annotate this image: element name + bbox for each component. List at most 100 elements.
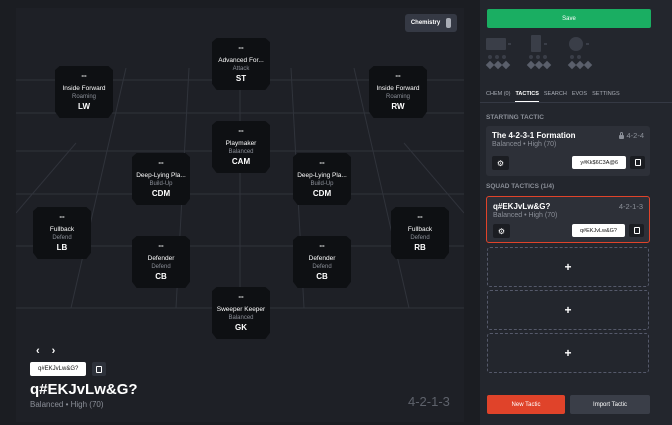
player-role: Deep-Lying Pla... bbox=[136, 172, 186, 179]
player-role: Playmaker bbox=[225, 140, 257, 147]
player-position: CB bbox=[155, 272, 167, 281]
tabs-divider bbox=[480, 102, 672, 103]
player-duty: Build-Up bbox=[149, 181, 173, 187]
tab-search[interactable]: SEARCH bbox=[544, 91, 567, 102]
player-duty: Balanced bbox=[228, 149, 254, 155]
player-name: -- bbox=[238, 126, 244, 135]
tactic-code-row: q#EKJvLw&G? bbox=[30, 362, 107, 376]
add-tactic-slot[interactable]: + bbox=[487, 247, 649, 287]
player-duty: Defend bbox=[312, 264, 332, 270]
player-role: Advanced For... bbox=[218, 57, 264, 64]
copy-icon bbox=[634, 159, 641, 166]
squad-tactic-subtitle: Balanced • High (70) bbox=[493, 212, 558, 219]
tactic-subtitle: Balanced • High (70) bbox=[30, 400, 104, 409]
player-card-rw[interactable]: -- Inside Forward Roaming RW bbox=[369, 66, 427, 118]
player-role: Fullback bbox=[49, 226, 75, 233]
player-card-rb[interactable]: -- Fullback Defend RB bbox=[391, 207, 449, 259]
player-name: -- bbox=[238, 43, 244, 52]
player-duty: Defend bbox=[151, 264, 171, 270]
player-card-lw[interactable]: -- Inside Forward Roaming LW bbox=[55, 66, 113, 118]
player-name: -- bbox=[395, 71, 401, 80]
player-role: Sweeper Keeper bbox=[216, 306, 266, 313]
copy-icon bbox=[96, 365, 103, 373]
player-name: -- bbox=[158, 158, 164, 167]
add-tactic-slot[interactable]: + bbox=[487, 290, 649, 330]
player-duty: Roaming bbox=[71, 94, 96, 100]
squad-tactics-heading: SQUAD TACTICS (1/4) bbox=[486, 183, 555, 190]
add-tactic-slot[interactable]: + bbox=[487, 333, 649, 373]
player-position: RB bbox=[414, 243, 426, 252]
tab-tactics[interactable]: TACTICS bbox=[515, 91, 539, 102]
chemistry-toggle[interactable]: Chemistry bbox=[405, 14, 457, 32]
player-role: Defender bbox=[147, 255, 175, 262]
player-role: Inside Forward bbox=[376, 85, 420, 92]
starting-tactic-title: The 4-2-3-1 Formation bbox=[492, 131, 576, 140]
player-card-gk[interactable]: -- Sweeper Keeper Balanced GK bbox=[212, 287, 270, 339]
starting-tactic-card[interactable]: The 4-2-3-1 Formation 4-2-4 Balanced • H… bbox=[486, 126, 650, 176]
player-card-cb-right[interactable]: -- Defender Defend CB bbox=[293, 236, 351, 288]
player-duty: Attack bbox=[232, 66, 250, 72]
player-card-cam[interactable]: -- Playmaker Balanced CAM bbox=[212, 121, 270, 173]
settings-button[interactable]: ⚙ bbox=[493, 224, 510, 238]
tactic-name: q#EKJvLw&G? bbox=[30, 381, 138, 398]
player-card-cdm-left[interactable]: -- Deep-Lying Pla... Build-Up CDM bbox=[132, 153, 190, 205]
player-card-cdm-right[interactable]: -- Deep-Lying Pla... Build-Up CDM bbox=[293, 153, 351, 205]
layout-presets bbox=[485, 35, 651, 80]
starting-tactic-formation: 4-2-4 bbox=[619, 131, 644, 140]
player-position: CDM bbox=[151, 189, 171, 198]
player-role: Fullback bbox=[407, 226, 433, 233]
tactics-panel: Save CHEM (0) TACTICS SEARCH EVOS SETTIN… bbox=[480, 0, 672, 425]
tab-evos[interactable]: EVOS bbox=[572, 91, 587, 102]
save-button[interactable]: Save bbox=[487, 9, 651, 28]
player-name: -- bbox=[417, 212, 423, 221]
player-duty: Build-Up bbox=[310, 181, 334, 187]
player-card-st[interactable]: -- Advanced For... Attack ST bbox=[212, 38, 270, 90]
squad-tactic-card[interactable]: q#EKJvLw&G? 4-2-1-3 Balanced • High (70)… bbox=[486, 196, 650, 243]
player-duty: Roaming bbox=[385, 94, 410, 100]
lock-icon bbox=[619, 131, 625, 139]
player-duty: Defend bbox=[410, 235, 430, 241]
copy-code-button[interactable] bbox=[92, 362, 107, 376]
tactic-code[interactable]: q#EKJvLw&G? bbox=[30, 362, 87, 376]
player-position: CDM bbox=[312, 189, 332, 198]
player-name: -- bbox=[81, 71, 87, 80]
squad-tactic-formation: 4-2-1-3 bbox=[618, 202, 643, 211]
prev-arrow-icon[interactable]: ‹ bbox=[36, 345, 40, 357]
starting-tactic-heading: STARTING TACTIC bbox=[486, 114, 544, 121]
player-name: -- bbox=[158, 241, 164, 250]
starting-tactic-code[interactable]: y#Kk$6C3A@6 bbox=[572, 156, 626, 169]
player-position: CB bbox=[316, 272, 328, 281]
player-position: GK bbox=[235, 323, 247, 332]
gear-icon: ⚙ bbox=[496, 158, 505, 168]
formation-text: 4-2-4 bbox=[626, 131, 644, 140]
player-name: -- bbox=[319, 158, 325, 167]
chemistry-label: Chemistry bbox=[410, 20, 441, 26]
player-card-cb-left[interactable]: -- Defender Defend CB bbox=[132, 236, 190, 288]
player-duty: Defend bbox=[52, 235, 72, 241]
squad-tactic-title: q#EKJvLw&G? bbox=[493, 202, 551, 211]
new-tactic-button[interactable]: New Tactic bbox=[487, 395, 565, 414]
settings-button[interactable]: ⚙ bbox=[492, 156, 509, 170]
next-arrow-icon[interactable]: › bbox=[52, 345, 56, 357]
player-role: Defender bbox=[308, 255, 336, 262]
panel-tabs: CHEM (0) TACTICS SEARCH EVOS SETTINGS bbox=[486, 91, 620, 102]
starting-tactic-subtitle: Balanced • High (70) bbox=[492, 141, 557, 148]
pitch-view: Chemistry -- Advanced For... Attack ST -… bbox=[16, 8, 464, 422]
player-role: Deep-Lying Pla... bbox=[297, 172, 347, 179]
copy-icon bbox=[633, 227, 640, 234]
player-position: ST bbox=[235, 74, 247, 83]
copy-code-button[interactable] bbox=[629, 224, 644, 237]
tactic-formation: 4-2-1-3 bbox=[408, 394, 450, 409]
player-position: LB bbox=[56, 243, 68, 252]
player-name: -- bbox=[319, 241, 325, 250]
tab-chem[interactable]: CHEM (0) bbox=[486, 91, 510, 102]
copy-code-button[interactable] bbox=[630, 156, 645, 169]
player-name: -- bbox=[59, 212, 65, 221]
player-name: -- bbox=[238, 292, 244, 301]
tab-settings[interactable]: SETTINGS bbox=[592, 91, 620, 102]
import-tactic-button[interactable]: Import Tactic bbox=[570, 395, 650, 414]
player-position: LW bbox=[78, 102, 90, 111]
squad-tactic-code[interactable]: q#EKJvLw&G? bbox=[572, 224, 625, 237]
player-card-lb[interactable]: -- Fullback Defend LB bbox=[33, 207, 91, 259]
tactic-navigation: ‹ › bbox=[36, 345, 55, 357]
